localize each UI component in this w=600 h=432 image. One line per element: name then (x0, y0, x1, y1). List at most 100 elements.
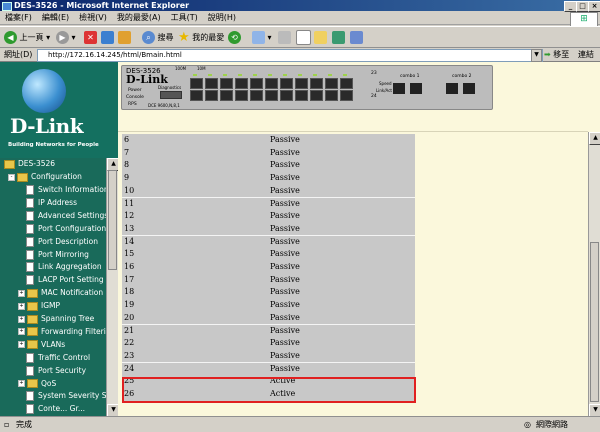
ethernet-port-icon (340, 78, 353, 89)
sidebar-item[interactable]: Port Security (26, 365, 86, 377)
history-button[interactable]: ⟲ (228, 29, 241, 46)
combo2-rj45-port (463, 83, 475, 94)
sidebar-item[interactable]: Traffic Control (26, 352, 90, 364)
expand-icon[interactable]: + (18, 380, 25, 387)
port-led-icon (253, 74, 257, 76)
tree-root-label: DES-3526 (18, 159, 56, 168)
menu-file[interactable]: 檔案(F) (0, 11, 37, 25)
history-icon: ⟲ (228, 31, 241, 44)
home-button[interactable] (118, 29, 131, 46)
windows-logo-icon: ⊞ (570, 12, 598, 27)
ethernet-port-icon (205, 90, 218, 101)
sidebar-item-label: Spanning Tree (41, 314, 95, 323)
back-button[interactable]: ◀ 上一頁 ▾ (4, 29, 50, 46)
toolbar: ◀ 上一頁 ▾ ▶ ▾ ✕ ⌕ 搜尋 ★ 我的最愛 ⟲ ▾ (0, 26, 600, 48)
main-scrollbar[interactable]: ▲ ▼ (588, 132, 600, 417)
menu-tools[interactable]: 工具(T) (166, 11, 203, 25)
sidebar-item[interactable]: LACP Port Setting (26, 274, 104, 286)
lacp-mode-cell: Passive (270, 198, 300, 208)
address-label: 網址(D) (4, 50, 33, 59)
table-row: 11 Passive (122, 197, 415, 212)
sidebar-item[interactable]: Conte... Gr... (26, 403, 85, 415)
dlink-tagline: Building Networks for People (8, 142, 99, 148)
favorites-button[interactable]: ★ 我的最愛 (178, 29, 224, 46)
nav-tree: DES-3526 - Configuration Switch Informati… (0, 158, 106, 416)
messenger-button[interactable] (332, 29, 345, 46)
sidebar-item[interactable]: + Forwarding Filtering (18, 326, 106, 338)
search-button[interactable]: ⌕ 搜尋 (142, 29, 174, 46)
sidebar-item[interactable]: Port Mirroring (26, 249, 89, 261)
port-led-icon (343, 74, 347, 76)
sidebar-item[interactable]: IP Address (26, 197, 77, 209)
menu-view[interactable]: 檢視(V) (74, 11, 112, 25)
sidebar-item[interactable]: + QoS (18, 378, 56, 390)
speed-label: 100M (175, 66, 187, 71)
expand-icon[interactable]: + (18, 289, 25, 297)
sidebar-item[interactable]: Port Configuration (26, 223, 106, 235)
edit-button[interactable] (296, 29, 311, 46)
device-front-panel[interactable]: DES-3526 D-Link 100M 10M Power Console R… (121, 65, 493, 110)
ethernet-port-icon (220, 78, 233, 89)
port-number-cell: 6 (124, 135, 130, 144)
table-row: 20 Passive (122, 311, 415, 326)
lacp-mode-cell: Passive (270, 300, 300, 310)
ethernet-port-icon (265, 78, 278, 89)
mail-button[interactable]: ▾ (252, 29, 272, 46)
back-label: 上一頁 (19, 33, 44, 42)
ethernet-port-icon (190, 90, 203, 101)
go-button[interactable]: ➡ 移至 (544, 48, 569, 62)
sidebar-item[interactable]: + IGMP (18, 300, 60, 312)
sidebar-item[interactable]: Port Description (26, 236, 98, 248)
address-dropdown[interactable]: ▼ (531, 49, 542, 62)
window-title-bar: DES-3526 - Microsoft Internet Explorer _… (0, 0, 600, 12)
console-port-icon (160, 91, 182, 99)
tree-configuration[interactable]: - Configuration (8, 171, 82, 183)
links-button[interactable]: 連結 (578, 48, 594, 62)
sidebar-item[interactable]: + Spanning Tree (18, 313, 94, 325)
combo2-label: combo 2 (452, 74, 472, 79)
tree-root[interactable]: DES-3526 (4, 158, 55, 170)
expand-icon[interactable]: + (18, 328, 25, 336)
research-button[interactable] (350, 29, 363, 46)
lacp-mode-cell: Passive (270, 262, 300, 271)
menu-favorites[interactable]: 我的最愛(A) (112, 11, 166, 25)
status-bar: ▫ 完成 ◎ 網際網路 (0, 416, 600, 432)
discuss-button[interactable] (314, 29, 327, 46)
status-text: 完成 (16, 420, 32, 429)
address-input[interactable]: http://172.16.14.245/html/Bmain.html (37, 49, 543, 62)
expand-icon[interactable]: + (18, 341, 25, 349)
sidebar-item[interactable]: System Severity Setti (26, 390, 106, 402)
expand-icon[interactable]: + (18, 315, 25, 323)
scroll-thumb[interactable] (108, 170, 117, 270)
ethernet-port-icon (250, 90, 263, 101)
port-number-cell: 24 (124, 363, 135, 373)
sidebar-item[interactable]: + MAC Notification (18, 287, 103, 299)
expand-icon[interactable]: + (18, 302, 25, 310)
sidebar-item[interactable]: Switch Information (26, 184, 106, 196)
folder-icon (27, 288, 38, 298)
stop-button[interactable]: ✕ (84, 29, 97, 46)
forward-button[interactable]: ▶ ▾ (56, 29, 76, 46)
dce-label: DCE 9600,N,8,1 (148, 103, 180, 108)
sidebar-item-label: LACP Port Setting (38, 275, 104, 285)
print-button[interactable] (278, 29, 291, 46)
sidebar-item[interactable]: Advanced Settings (26, 210, 106, 222)
menu-edit[interactable]: 編輯(E) (37, 11, 74, 25)
sidebar-item-label: Conte... Gr... (38, 404, 86, 414)
sidebar-item[interactable]: Link Aggregation (26, 261, 102, 273)
sidebar-scrollbar[interactable]: ▲ ▼ (106, 158, 120, 417)
speed-label-2: 10M (197, 66, 206, 71)
refresh-button[interactable] (101, 29, 114, 46)
sidebar-item[interactable]: + VLANs (18, 339, 65, 351)
port-number-cell: 18 (124, 287, 135, 297)
table-row: 22 Passive (122, 337, 415, 351)
scroll-thumb[interactable] (590, 242, 599, 402)
sidebar-item-label: QoS (41, 378, 57, 388)
page-icon (26, 210, 34, 221)
scroll-up-icon[interactable]: ▲ (589, 132, 600, 145)
menu-help[interactable]: 說明(H) (203, 11, 241, 25)
internet-zone-icon: ◎ (524, 420, 531, 429)
table-row: 17 Passive (122, 273, 415, 288)
search-label: 搜尋 (157, 33, 174, 42)
ethernet-port-icon (190, 78, 203, 89)
